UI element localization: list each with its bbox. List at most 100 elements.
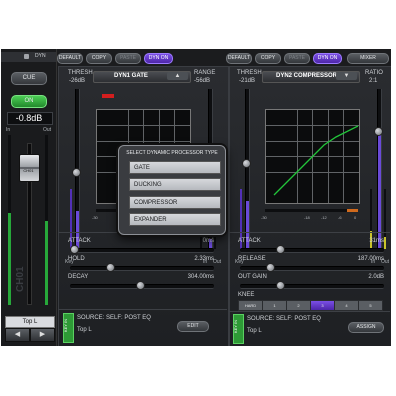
dyn1-hold-slider[interactable]: [70, 266, 214, 271]
dyn2-knee-label: KNEE: [238, 292, 255, 298]
popup-option-ducking[interactable]: DUCKING: [129, 178, 221, 191]
knee-option-2[interactable]: 2: [286, 300, 311, 311]
popup-option-expander[interactable]: EXPANDER: [129, 213, 221, 226]
prev-channel-button[interactable]: ◀: [5, 328, 30, 342]
arrow-left-icon: ◀: [14, 331, 21, 338]
dyn2-ratio-label: RATIO: [365, 70, 383, 76]
dyn1-decay-knob[interactable]: [136, 281, 145, 290]
dyn1-source-channel: Top L: [77, 327, 92, 333]
dyn2-on-button[interactable]: DYN ON: [313, 53, 342, 64]
knee-option-3[interactable]: 3: [310, 300, 335, 311]
dyn2-thresh-knob[interactable]: [242, 159, 251, 168]
divider: [229, 311, 390, 312]
dyn1-tick-30: -30: [92, 215, 98, 220]
dyn2-attack-value: 31ms: [369, 238, 384, 244]
dyn2-type-name: DYN2 COMPRESSOR: [276, 73, 338, 79]
divider: [58, 309, 227, 310]
dyn2-tick-0: 0: [354, 215, 357, 220]
cue-button[interactable]: CUE: [11, 72, 47, 85]
dyn2-gr-fill: [347, 209, 358, 212]
dyn1-decay-value: 304.00ms: [187, 274, 214, 280]
popup-option-gate[interactable]: GATE: [129, 161, 221, 174]
dyn1-default-button[interactable]: DEFAULT: [57, 53, 83, 64]
dyn1-thresh-knob[interactable]: [72, 168, 81, 177]
channel-id-watermark: CH01: [15, 266, 26, 292]
dyn2-default-button[interactable]: DEFAULT: [226, 53, 252, 64]
dyn1-thresh-value: -26dB: [69, 78, 86, 84]
popup-option-compressor[interactable]: COMPRESSOR: [129, 196, 221, 209]
knee-option-4[interactable]: 4: [334, 300, 359, 311]
dyn2-release-label: RELEASE: [238, 256, 266, 262]
dyn2-thresh-value: -21dB: [239, 78, 256, 84]
dyn1-copy-button[interactable]: COPY: [86, 53, 112, 64]
dyn2-out-gain-label: OUT GAIN: [238, 274, 267, 280]
dyn2-tick-12: -12: [321, 215, 327, 220]
dyn2-gr-meter: [265, 209, 358, 212]
grid-line: [97, 141, 190, 142]
chevron-down-icon[interactable]: ▼: [336, 72, 357, 80]
dyn1-source-label: SOURCE: SELF: POST EQ: [77, 315, 151, 321]
dyn2-ratio-slider[interactable]: [377, 89, 382, 249]
dyn2-ratio-knob[interactable]: [374, 127, 383, 136]
input-meter: [8, 135, 11, 305]
grid-line: [97, 125, 190, 126]
level-value: -0.8dB: [15, 113, 43, 123]
dyn1-attack-knob[interactable]: [70, 245, 79, 254]
dyn1-decay-label: DECAY: [68, 274, 89, 280]
arrow-right-icon: ▶: [39, 331, 46, 338]
dyn2-transfer-graph: [265, 109, 360, 204]
dyn1-hold-knob[interactable]: [106, 263, 115, 272]
dyn2-release-value: 187.00ms: [357, 256, 384, 262]
dyn2-release-knob[interactable]: [266, 263, 275, 272]
dyn2-source-label: SOURCE: SELF: POST EQ: [247, 316, 321, 322]
dyn-indicator-icon: [24, 54, 29, 59]
dyn1-out-label: Out: [213, 259, 222, 265]
dyn2-out-gain-value: 2.0dB: [368, 274, 384, 280]
dyn1-edit-button[interactable]: EDIT: [177, 321, 209, 332]
dyn2-paste-button[interactable]: PASTE: [284, 53, 310, 64]
chevron-up-icon[interactable]: ▲: [167, 72, 188, 80]
dyn1-attack-slider[interactable]: [70, 248, 214, 253]
dyn2-tick-30: -30: [261, 215, 267, 220]
dyn1-paste-button[interactable]: PASTE: [115, 53, 141, 64]
dyn2-tick-18: -18: [304, 215, 310, 220]
dyn1-key-in-label: KEY IN: [63, 319, 68, 333]
dyn2-source-channel: Top L: [247, 328, 262, 334]
dyn1-range-value: -56dB: [194, 78, 211, 84]
dyn-label: DYN: [35, 53, 46, 59]
channel-strip: DYN CUE ON -0.8dB In Out CH01 CH01 Top L…: [1, 49, 57, 346]
channel-name-field[interactable]: Top L: [5, 316, 55, 328]
dyn2-attack-knob[interactable]: [276, 245, 285, 254]
dyn2-assign-button[interactable]: ASSIGN: [348, 322, 384, 333]
fader-label: CH01: [23, 168, 34, 173]
dyn2-thresh-slider[interactable]: [245, 89, 250, 249]
output-meter-fill: [45, 221, 48, 305]
out-label: Out: [43, 127, 52, 133]
in-label: In: [6, 127, 11, 133]
knee-option-5[interactable]: 5: [358, 300, 383, 311]
dyn2-copy-button[interactable]: COPY: [255, 53, 281, 64]
dyn2-out-gain-slider[interactable]: [240, 284, 384, 289]
dyn1-attack-label: ATTACK: [68, 238, 91, 244]
next-channel-button[interactable]: ▶: [30, 328, 55, 342]
on-button[interactable]: ON: [11, 95, 47, 108]
dyn2-compression-curve: [273, 125, 359, 196]
mixer-button[interactable]: MIXER: [347, 53, 389, 64]
dynamics-editor-window: DYN CUE ON -0.8dB In Out CH01 CH01 Top L…: [1, 49, 391, 346]
dyn1-on-button[interactable]: DYN ON: [144, 53, 173, 64]
dyn2-release-slider[interactable]: [240, 266, 384, 271]
dyn2-attack-slider[interactable]: [240, 248, 384, 253]
dyn2-out-meter-fill: [384, 237, 386, 249]
gate-indicator: [102, 94, 114, 98]
dyn2-ratio-value: 2:1: [369, 78, 378, 84]
dyn1-thresh-label: THRESH: [68, 70, 93, 76]
input-meter-fill: [8, 213, 11, 305]
dyn2-thresh-label: THRESH: [237, 70, 262, 76]
dyn1-hold-value: 2.33ms: [194, 256, 214, 262]
knee-option-hard[interactable]: HARD: [238, 300, 263, 311]
dyn2-key-in-label: KEY IN: [233, 320, 238, 334]
dyn2-out-meter: [384, 189, 386, 249]
knee-option-1[interactable]: 1: [262, 300, 287, 311]
dyn1-attack-value: 0ms: [202, 238, 214, 244]
dyn2-out-gain-knob[interactable]: [276, 281, 285, 290]
